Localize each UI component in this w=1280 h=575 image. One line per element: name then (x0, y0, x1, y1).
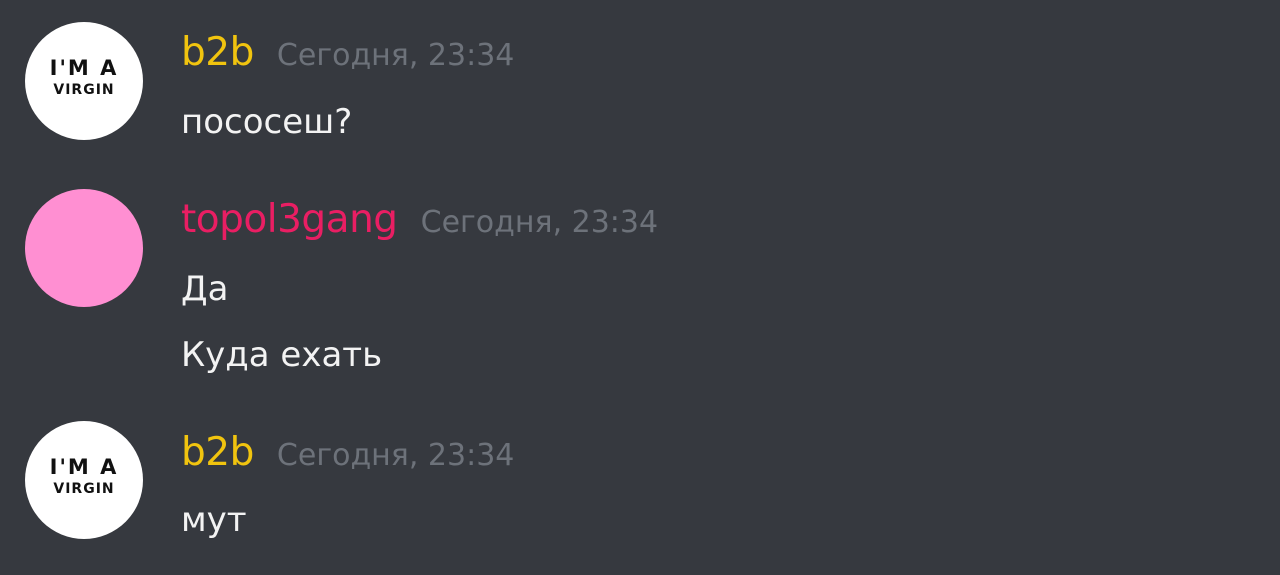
timestamp: Сегодня, 23:34 (276, 438, 515, 473)
username[interactable]: b2b (181, 430, 254, 475)
avatar-image-text: I'M A VIRGIN (49, 56, 119, 98)
avatar[interactable] (25, 189, 143, 307)
avatar[interactable]: I'M A VIRGIN (25, 22, 143, 140)
message-text: мут (181, 500, 247, 540)
message-text: Да (181, 269, 229, 309)
message-header: b2b Сегодня, 23:34 (181, 430, 514, 475)
message-text: пососеш? (181, 102, 353, 142)
timestamp: Сегодня, 23:34 (276, 38, 515, 73)
avatar[interactable]: I'M A VIRGIN (25, 421, 143, 539)
username[interactable]: topol3gang (181, 197, 398, 242)
message-header: topol3gang Сегодня, 23:34 (181, 197, 658, 242)
message-header: b2b Сегодня, 23:34 (181, 30, 514, 75)
avatar-image-text: I'M A VIRGIN (49, 455, 119, 497)
timestamp: Сегодня, 23:34 (420, 205, 659, 240)
message-text: Куда ехать (181, 335, 383, 375)
username[interactable]: b2b (181, 30, 254, 75)
